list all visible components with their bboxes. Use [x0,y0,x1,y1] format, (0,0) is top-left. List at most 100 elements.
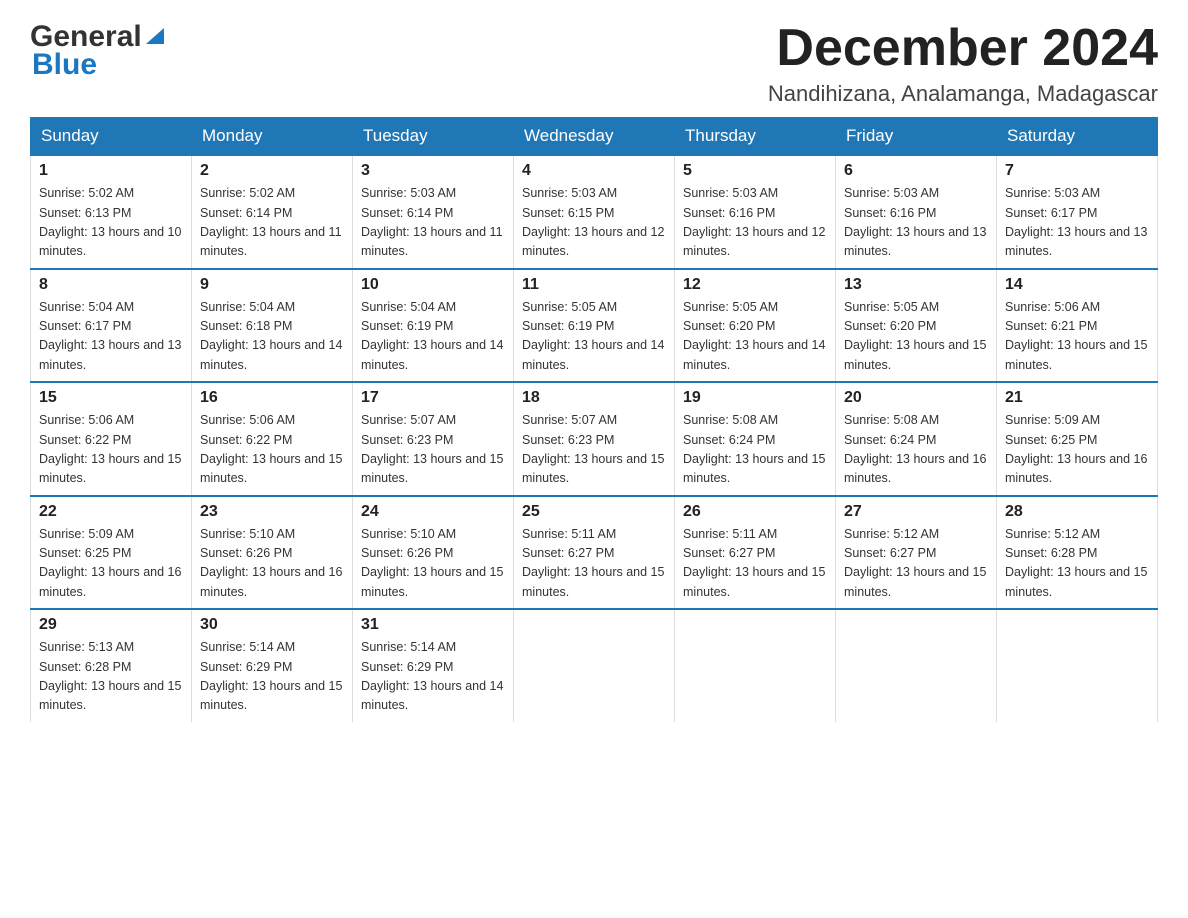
location: Nandihizana, Analamanga, Madagascar [768,81,1158,107]
calendar-cell: 2 Sunrise: 5:02 AMSunset: 6:14 PMDayligh… [192,155,353,269]
month-title: December 2024 [768,20,1158,77]
day-info: Sunrise: 5:07 AMSunset: 6:23 PMDaylight:… [361,413,503,485]
calendar-cell: 20 Sunrise: 5:08 AMSunset: 6:24 PMDaylig… [836,382,997,496]
calendar-cell: 3 Sunrise: 5:03 AMSunset: 6:14 PMDayligh… [353,155,514,269]
day-number: 24 [361,503,505,521]
day-number: 17 [361,389,505,407]
calendar-cell: 23 Sunrise: 5:10 AMSunset: 6:26 PMDaylig… [192,496,353,610]
day-number: 11 [522,276,666,294]
title-area: December 2024 Nandihizana, Analamanga, M… [768,20,1158,107]
day-info: Sunrise: 5:12 AMSunset: 6:28 PMDaylight:… [1005,527,1147,599]
day-number: 8 [39,276,183,294]
day-number: 16 [200,389,344,407]
day-number: 9 [200,276,344,294]
calendar-cell: 27 Sunrise: 5:12 AMSunset: 6:27 PMDaylig… [836,496,997,610]
day-number: 26 [683,503,827,521]
calendar-cell: 29 Sunrise: 5:13 AMSunset: 6:28 PMDaylig… [31,609,192,722]
calendar-cell: 19 Sunrise: 5:08 AMSunset: 6:24 PMDaylig… [675,382,836,496]
day-number: 14 [1005,276,1149,294]
calendar-cell: 16 Sunrise: 5:06 AMSunset: 6:22 PMDaylig… [192,382,353,496]
day-info: Sunrise: 5:11 AMSunset: 6:27 PMDaylight:… [522,527,664,599]
header-saturday: Saturday [997,118,1158,156]
header-tuesday: Tuesday [353,118,514,156]
calendar-cell: 31 Sunrise: 5:14 AMSunset: 6:29 PMDaylig… [353,609,514,722]
day-info: Sunrise: 5:14 AMSunset: 6:29 PMDaylight:… [361,640,503,712]
day-info: Sunrise: 5:05 AMSunset: 6:20 PMDaylight:… [844,300,986,372]
calendar-cell: 14 Sunrise: 5:06 AMSunset: 6:21 PMDaylig… [997,269,1158,383]
day-info: Sunrise: 5:04 AMSunset: 6:17 PMDaylight:… [39,300,181,372]
day-info: Sunrise: 5:08 AMSunset: 6:24 PMDaylight:… [683,413,825,485]
header-sunday: Sunday [31,118,192,156]
calendar-cell [997,609,1158,722]
day-number: 25 [522,503,666,521]
day-number: 27 [844,503,988,521]
calendar-cell: 12 Sunrise: 5:05 AMSunset: 6:20 PMDaylig… [675,269,836,383]
calendar-cell: 18 Sunrise: 5:07 AMSunset: 6:23 PMDaylig… [514,382,675,496]
day-number: 30 [200,616,344,634]
calendar-cell: 17 Sunrise: 5:07 AMSunset: 6:23 PMDaylig… [353,382,514,496]
day-info: Sunrise: 5:03 AMSunset: 6:15 PMDaylight:… [522,186,664,258]
day-info: Sunrise: 5:04 AMSunset: 6:19 PMDaylight:… [361,300,503,372]
calendar-cell [514,609,675,722]
day-number: 7 [1005,162,1149,180]
day-info: Sunrise: 5:12 AMSunset: 6:27 PMDaylight:… [844,527,986,599]
day-info: Sunrise: 5:09 AMSunset: 6:25 PMDaylight:… [39,527,181,599]
calendar-cell: 5 Sunrise: 5:03 AMSunset: 6:16 PMDayligh… [675,155,836,269]
calendar-cell: 8 Sunrise: 5:04 AMSunset: 6:17 PMDayligh… [31,269,192,383]
calendar-cell: 25 Sunrise: 5:11 AMSunset: 6:27 PMDaylig… [514,496,675,610]
day-number: 4 [522,162,666,180]
day-number: 5 [683,162,827,180]
calendar-week-3: 15 Sunrise: 5:06 AMSunset: 6:22 PMDaylig… [31,382,1158,496]
calendar-cell: 22 Sunrise: 5:09 AMSunset: 6:25 PMDaylig… [31,496,192,610]
day-info: Sunrise: 5:10 AMSunset: 6:26 PMDaylight:… [200,527,342,599]
day-info: Sunrise: 5:06 AMSunset: 6:21 PMDaylight:… [1005,300,1147,372]
day-info: Sunrise: 5:09 AMSunset: 6:25 PMDaylight:… [1005,413,1147,485]
day-info: Sunrise: 5:13 AMSunset: 6:28 PMDaylight:… [39,640,181,712]
day-number: 19 [683,389,827,407]
day-number: 22 [39,503,183,521]
day-info: Sunrise: 5:10 AMSunset: 6:26 PMDaylight:… [361,527,503,599]
day-number: 13 [844,276,988,294]
day-number: 23 [200,503,344,521]
day-info: Sunrise: 5:07 AMSunset: 6:23 PMDaylight:… [522,413,664,485]
day-info: Sunrise: 5:06 AMSunset: 6:22 PMDaylight:… [39,413,181,485]
day-info: Sunrise: 5:02 AMSunset: 6:14 PMDaylight:… [200,186,342,258]
logo: General Blue [30,20,166,82]
header-monday: Monday [192,118,353,156]
day-number: 12 [683,276,827,294]
calendar-cell [675,609,836,722]
day-number: 20 [844,389,988,407]
day-number: 10 [361,276,505,294]
header-thursday: Thursday [675,118,836,156]
calendar-table: Sunday Monday Tuesday Wednesday Thursday… [30,117,1158,722]
calendar-week-4: 22 Sunrise: 5:09 AMSunset: 6:25 PMDaylig… [31,496,1158,610]
calendar-cell: 7 Sunrise: 5:03 AMSunset: 6:17 PMDayligh… [997,155,1158,269]
day-number: 18 [522,389,666,407]
day-info: Sunrise: 5:03 AMSunset: 6:17 PMDaylight:… [1005,186,1147,258]
day-info: Sunrise: 5:04 AMSunset: 6:18 PMDaylight:… [200,300,342,372]
header-wednesday: Wednesday [514,118,675,156]
calendar-cell [836,609,997,722]
calendar-cell: 4 Sunrise: 5:03 AMSunset: 6:15 PMDayligh… [514,155,675,269]
calendar-cell: 24 Sunrise: 5:10 AMSunset: 6:26 PMDaylig… [353,496,514,610]
day-number: 15 [39,389,183,407]
calendar-header-row: Sunday Monday Tuesday Wednesday Thursday… [31,118,1158,156]
day-number: 29 [39,616,183,634]
day-info: Sunrise: 5:02 AMSunset: 6:13 PMDaylight:… [39,186,181,258]
calendar-week-5: 29 Sunrise: 5:13 AMSunset: 6:28 PMDaylig… [31,609,1158,722]
calendar-week-2: 8 Sunrise: 5:04 AMSunset: 6:17 PMDayligh… [31,269,1158,383]
calendar-cell: 26 Sunrise: 5:11 AMSunset: 6:27 PMDaylig… [675,496,836,610]
calendar-week-1: 1 Sunrise: 5:02 AMSunset: 6:13 PMDayligh… [31,155,1158,269]
day-number: 21 [1005,389,1149,407]
day-number: 3 [361,162,505,180]
day-info: Sunrise: 5:06 AMSunset: 6:22 PMDaylight:… [200,413,342,485]
calendar-cell: 9 Sunrise: 5:04 AMSunset: 6:18 PMDayligh… [192,269,353,383]
day-number: 28 [1005,503,1149,521]
day-info: Sunrise: 5:03 AMSunset: 6:16 PMDaylight:… [844,186,986,258]
day-info: Sunrise: 5:03 AMSunset: 6:16 PMDaylight:… [683,186,825,258]
day-number: 2 [200,162,344,180]
calendar-cell: 13 Sunrise: 5:05 AMSunset: 6:20 PMDaylig… [836,269,997,383]
day-info: Sunrise: 5:11 AMSunset: 6:27 PMDaylight:… [683,527,825,599]
logo-blue: Blue [32,48,97,82]
calendar-cell: 30 Sunrise: 5:14 AMSunset: 6:29 PMDaylig… [192,609,353,722]
